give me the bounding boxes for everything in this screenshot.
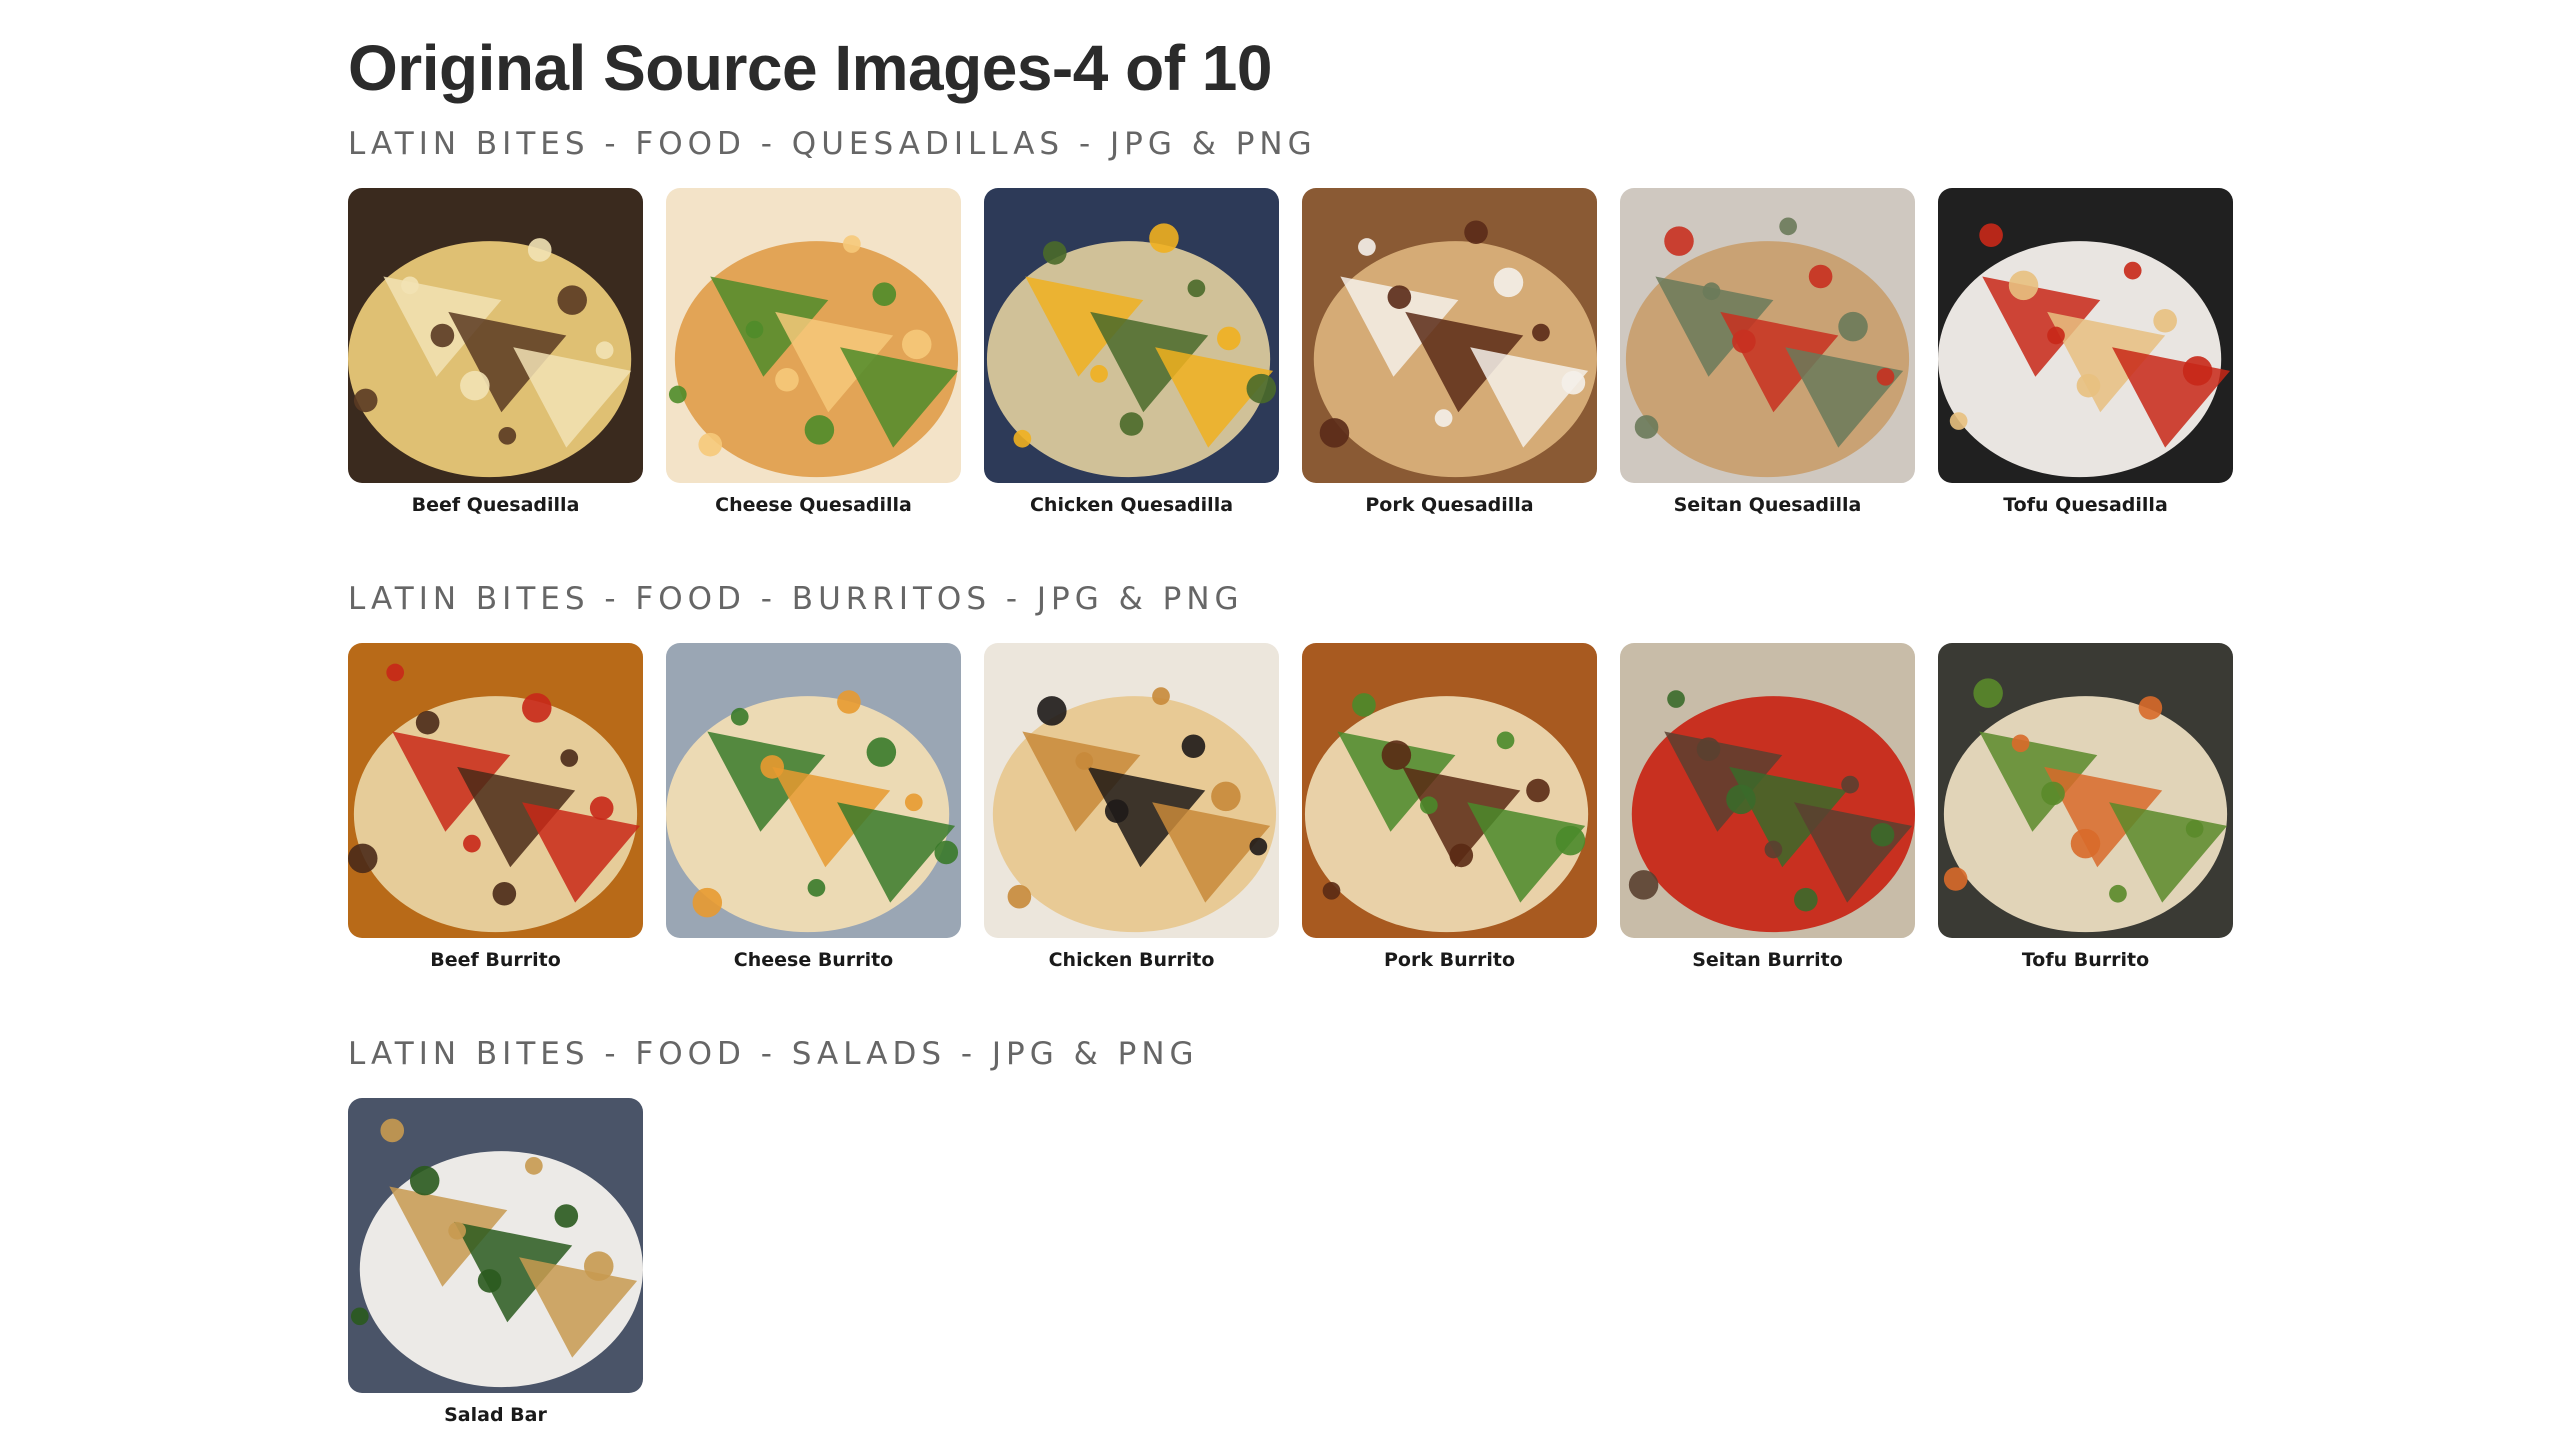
image-caption: Chicken Quesadilla <box>1029 494 1234 516</box>
food-photo-thumbnail[interactable] <box>1938 188 2233 483</box>
image-card[interactable]: Chicken Quesadilla <box>984 188 1279 517</box>
section-title: LATIN BITES - FOOD - SALADS - JPG & PNG <box>348 1036 1199 1072</box>
food-photo-thumbnail[interactable] <box>348 188 643 483</box>
image-card[interactable]: Pork Burrito <box>1302 643 1597 972</box>
food-photo-thumbnail[interactable] <box>348 643 643 938</box>
food-photo-placeholder <box>984 643 1279 938</box>
page: Original Source Images-4 of 10 LATIN BIT… <box>0 0 2560 1440</box>
image-card[interactable]: Seitan Burrito <box>1620 643 1915 972</box>
content: Original Source Images-4 of 10 LATIN BIT… <box>348 0 2248 1427</box>
food-photo-thumbnail[interactable] <box>1620 188 1915 483</box>
image-caption: Cheese Quesadilla <box>715 494 912 516</box>
image-card[interactable]: Pork Quesadilla <box>1302 188 1597 517</box>
image-card[interactable]: Tofu Quesadilla <box>1938 188 2233 517</box>
image-card[interactable]: Salad Bar <box>348 1098 643 1427</box>
image-card[interactable]: Cheese Burrito <box>666 643 961 972</box>
food-photo-placeholder <box>666 188 961 483</box>
food-photo-thumbnail[interactable] <box>666 643 961 938</box>
gallery-section: LATIN BITES - FOOD - SALADS - JPG & PNG S… <box>348 1034 2248 1427</box>
food-photo-placeholder <box>1938 188 2233 483</box>
image-card[interactable]: Beef Burrito <box>348 643 643 972</box>
food-photo-placeholder <box>1938 643 2233 938</box>
image-card[interactable]: Beef Quesadilla <box>348 188 643 517</box>
food-photo-thumbnail[interactable] <box>1302 643 1597 938</box>
food-photo-placeholder <box>1302 188 1597 483</box>
image-grid: Beef Burrito Cheese Burrito Chicken Burrit… <box>348 643 2248 972</box>
gallery-section: LATIN BITES - FOOD - BURRITOS - JPG & PN… <box>348 579 2248 972</box>
food-photo-thumbnail[interactable] <box>1620 643 1915 938</box>
image-caption: Salad Bar <box>444 1404 547 1426</box>
page-title: Original Source Images-4 of 10 <box>348 32 1272 104</box>
image-caption: Pork Burrito <box>1384 949 1515 971</box>
food-photo-thumbnail[interactable] <box>666 188 961 483</box>
food-photo-thumbnail[interactable] <box>348 1098 643 1393</box>
food-photo-placeholder <box>1620 188 1915 483</box>
food-photo-placeholder <box>984 188 1279 483</box>
image-caption: Tofu Quesadilla <box>2003 494 2168 516</box>
section-title: LATIN BITES - FOOD - QUESADILLAS - JPG &… <box>348 126 1317 162</box>
gallery-section: LATIN BITES - FOOD - QUESADILLAS - JPG &… <box>348 124 2248 517</box>
food-photo-placeholder <box>1620 643 1915 938</box>
food-photo-placeholder <box>348 643 643 938</box>
section-title: LATIN BITES - FOOD - BURRITOS - JPG & PN… <box>348 581 1244 617</box>
image-card[interactable]: Chicken Burrito <box>984 643 1279 972</box>
image-grid: Salad Bar <box>348 1098 2248 1427</box>
image-card[interactable]: Tofu Burrito <box>1938 643 2233 972</box>
food-photo-thumbnail[interactable] <box>1938 643 2233 938</box>
food-photo-thumbnail[interactable] <box>1302 188 1597 483</box>
food-photo-placeholder <box>1302 643 1597 938</box>
image-caption: Chicken Burrito <box>1048 949 1215 971</box>
image-caption: Tofu Burrito <box>2021 949 2150 971</box>
image-caption: Beef Burrito <box>430 949 561 971</box>
image-caption: Pork Quesadilla <box>1365 494 1534 516</box>
image-grid: Beef Quesadilla Cheese Quesadilla Chicken … <box>348 188 2248 517</box>
food-photo-thumbnail[interactable] <box>984 188 1279 483</box>
image-caption: Beef Quesadilla <box>411 494 580 516</box>
image-card[interactable]: Cheese Quesadilla <box>666 188 961 517</box>
image-card[interactable]: Seitan Quesadilla <box>1620 188 1915 517</box>
food-photo-placeholder <box>348 188 643 483</box>
image-caption: Cheese Burrito <box>733 949 894 971</box>
image-caption: Seitan Burrito <box>1692 949 1843 971</box>
food-photo-placeholder <box>666 643 961 938</box>
food-photo-thumbnail[interactable] <box>984 643 1279 938</box>
food-photo-placeholder <box>348 1098 643 1393</box>
sections-container: LATIN BITES - FOOD - QUESADILLAS - JPG &… <box>348 124 2248 1427</box>
image-caption: Seitan Quesadilla <box>1673 494 1862 516</box>
